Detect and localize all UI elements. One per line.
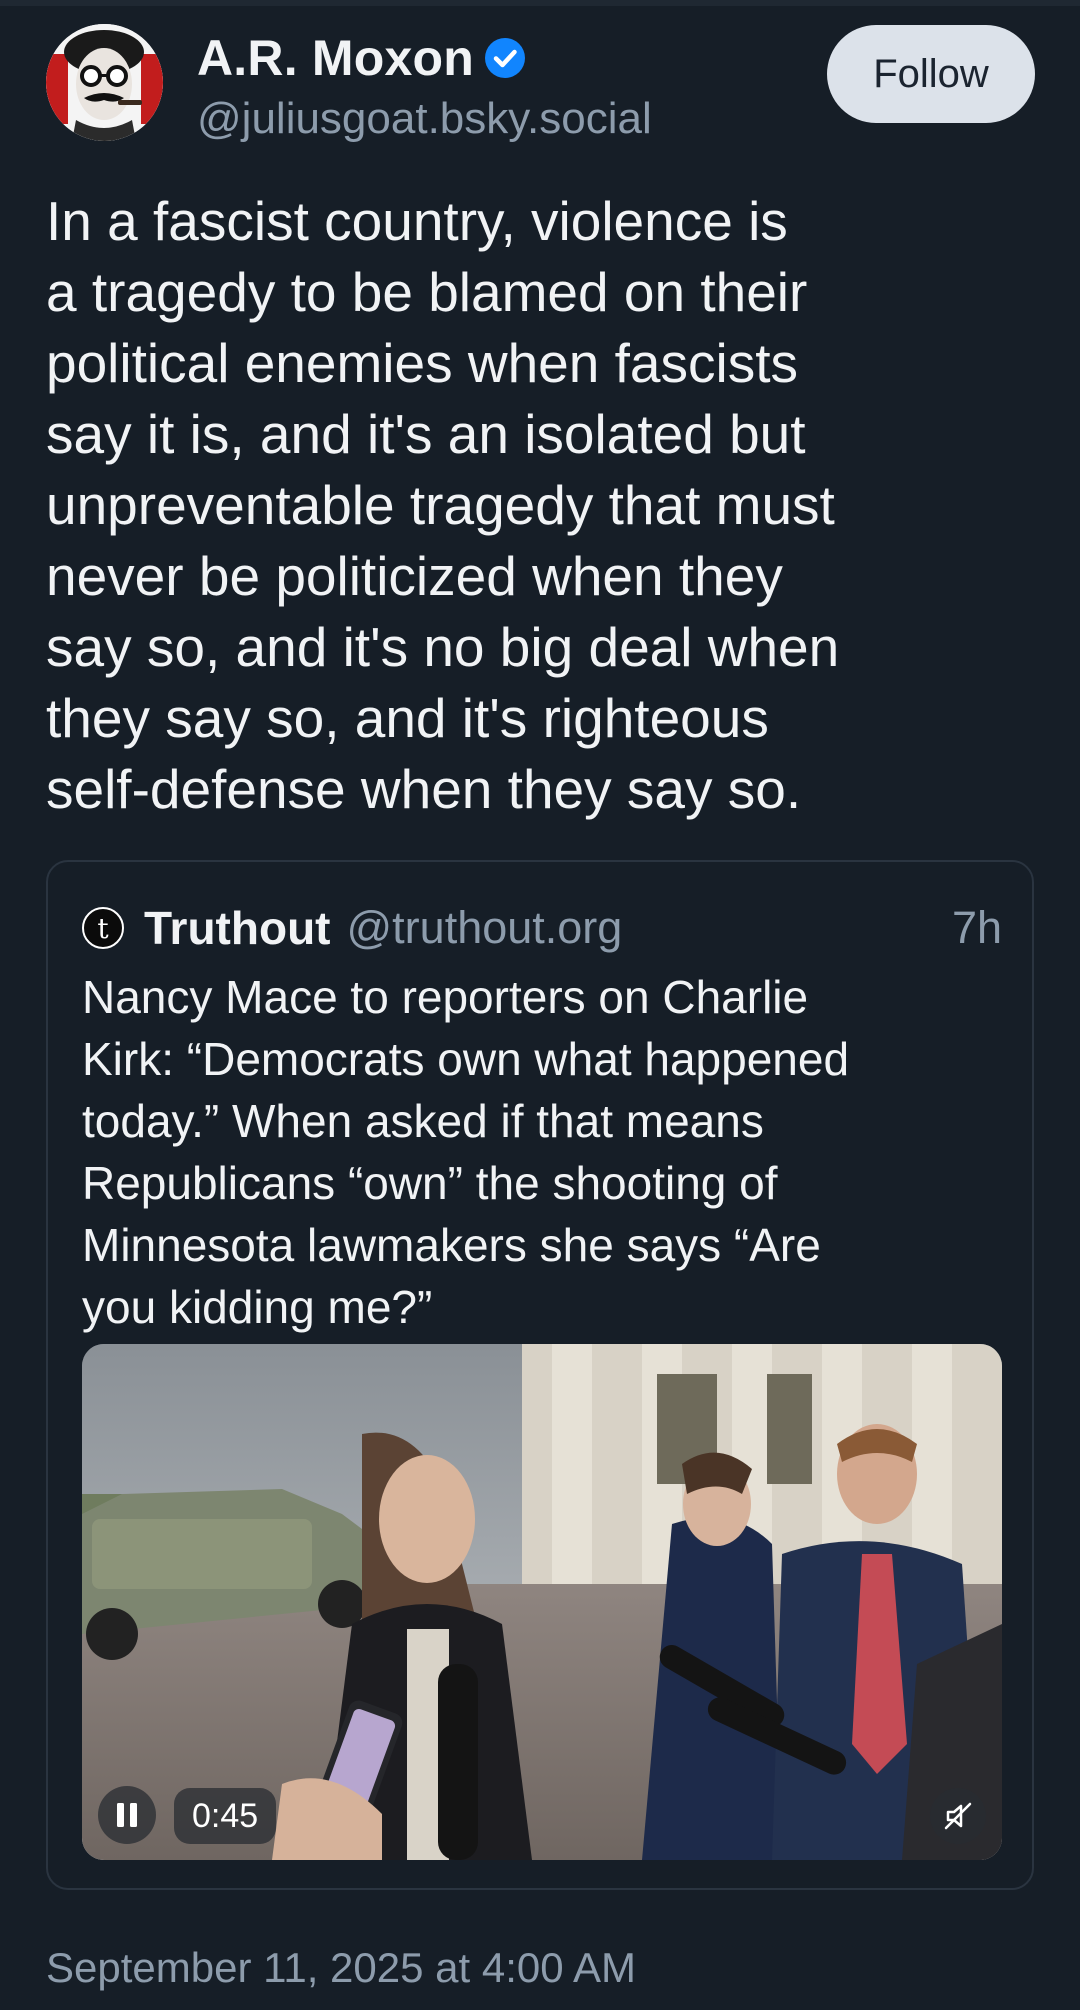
post-text-line: self-defense when they say so.	[46, 758, 802, 820]
quoted-author-avatar[interactable]: t	[82, 907, 124, 949]
quoted-post-header: t Truthout @truthout.org 7h	[82, 898, 1002, 958]
top-divider	[0, 0, 1080, 6]
post-text-line: say so, and it's no big deal when	[46, 616, 840, 678]
post-text-line: In a fascist country, violence is	[46, 190, 788, 252]
post-text-line: political enemies when fascists	[46, 332, 799, 394]
quoted-text-line: you kidding me?”	[82, 1281, 433, 1333]
avatar-image	[46, 24, 163, 141]
post-thread-page: A.R. Moxon @juliusgoat.bsky.social Follo…	[0, 0, 1080, 2010]
author-display-name[interactable]: A.R. Moxon	[197, 29, 474, 87]
quoted-author-handle[interactable]: @truthout.org	[347, 902, 623, 954]
video-duration: 0:45	[174, 1788, 277, 1844]
post-text-line: unpreventable tragedy that must	[46, 474, 835, 536]
quoted-post-text: Nancy Mace to reporters on Charlie Kirk:…	[82, 966, 1002, 1338]
post-text-line: they say so, and it's righteous	[46, 687, 769, 749]
quoted-post-card[interactable]: t Truthout @truthout.org 7h Nancy Mace t…	[46, 860, 1034, 1890]
post-text-line: say it is, and it's an isolated but	[46, 403, 806, 465]
post-timestamp: September 11, 2025 at 4:00 AM	[46, 1944, 636, 1991]
speaker-muted-icon	[944, 1802, 972, 1830]
post-text-line: a tragedy to be blamed on their	[46, 261, 808, 323]
quoted-author-name[interactable]: Truthout	[144, 901, 331, 955]
quoted-text-line: Minnesota lawmakers she says “Are	[82, 1219, 821, 1271]
verified-check-icon[interactable]	[484, 37, 526, 79]
post-text: In a fascist country, violence is a trag…	[46, 186, 1046, 825]
follow-button[interactable]: Follow	[827, 25, 1035, 123]
pause-button[interactable]	[98, 1786, 156, 1844]
quoted-text-line: Republicans “own” the shooting of	[82, 1157, 778, 1209]
mute-button[interactable]	[930, 1788, 986, 1844]
author-name-row: A.R. Moxon	[197, 28, 526, 88]
quoted-text-line: today.” When asked if that means	[82, 1095, 764, 1147]
pause-icon	[117, 1803, 137, 1827]
quoted-text-line: Nancy Mace to reporters on Charlie	[82, 971, 809, 1023]
video-player[interactable]: 0:45	[82, 1344, 1002, 1860]
quoted-post-time: 7h	[951, 902, 1002, 953]
author-avatar[interactable]	[46, 24, 163, 141]
quoted-text-line: Kirk: “Democrats own what happened	[82, 1033, 850, 1085]
author-handle[interactable]: @juliusgoat.bsky.social	[197, 94, 652, 144]
video-frame	[82, 1344, 1002, 1860]
post-text-line: never be politicized when they	[46, 545, 783, 607]
